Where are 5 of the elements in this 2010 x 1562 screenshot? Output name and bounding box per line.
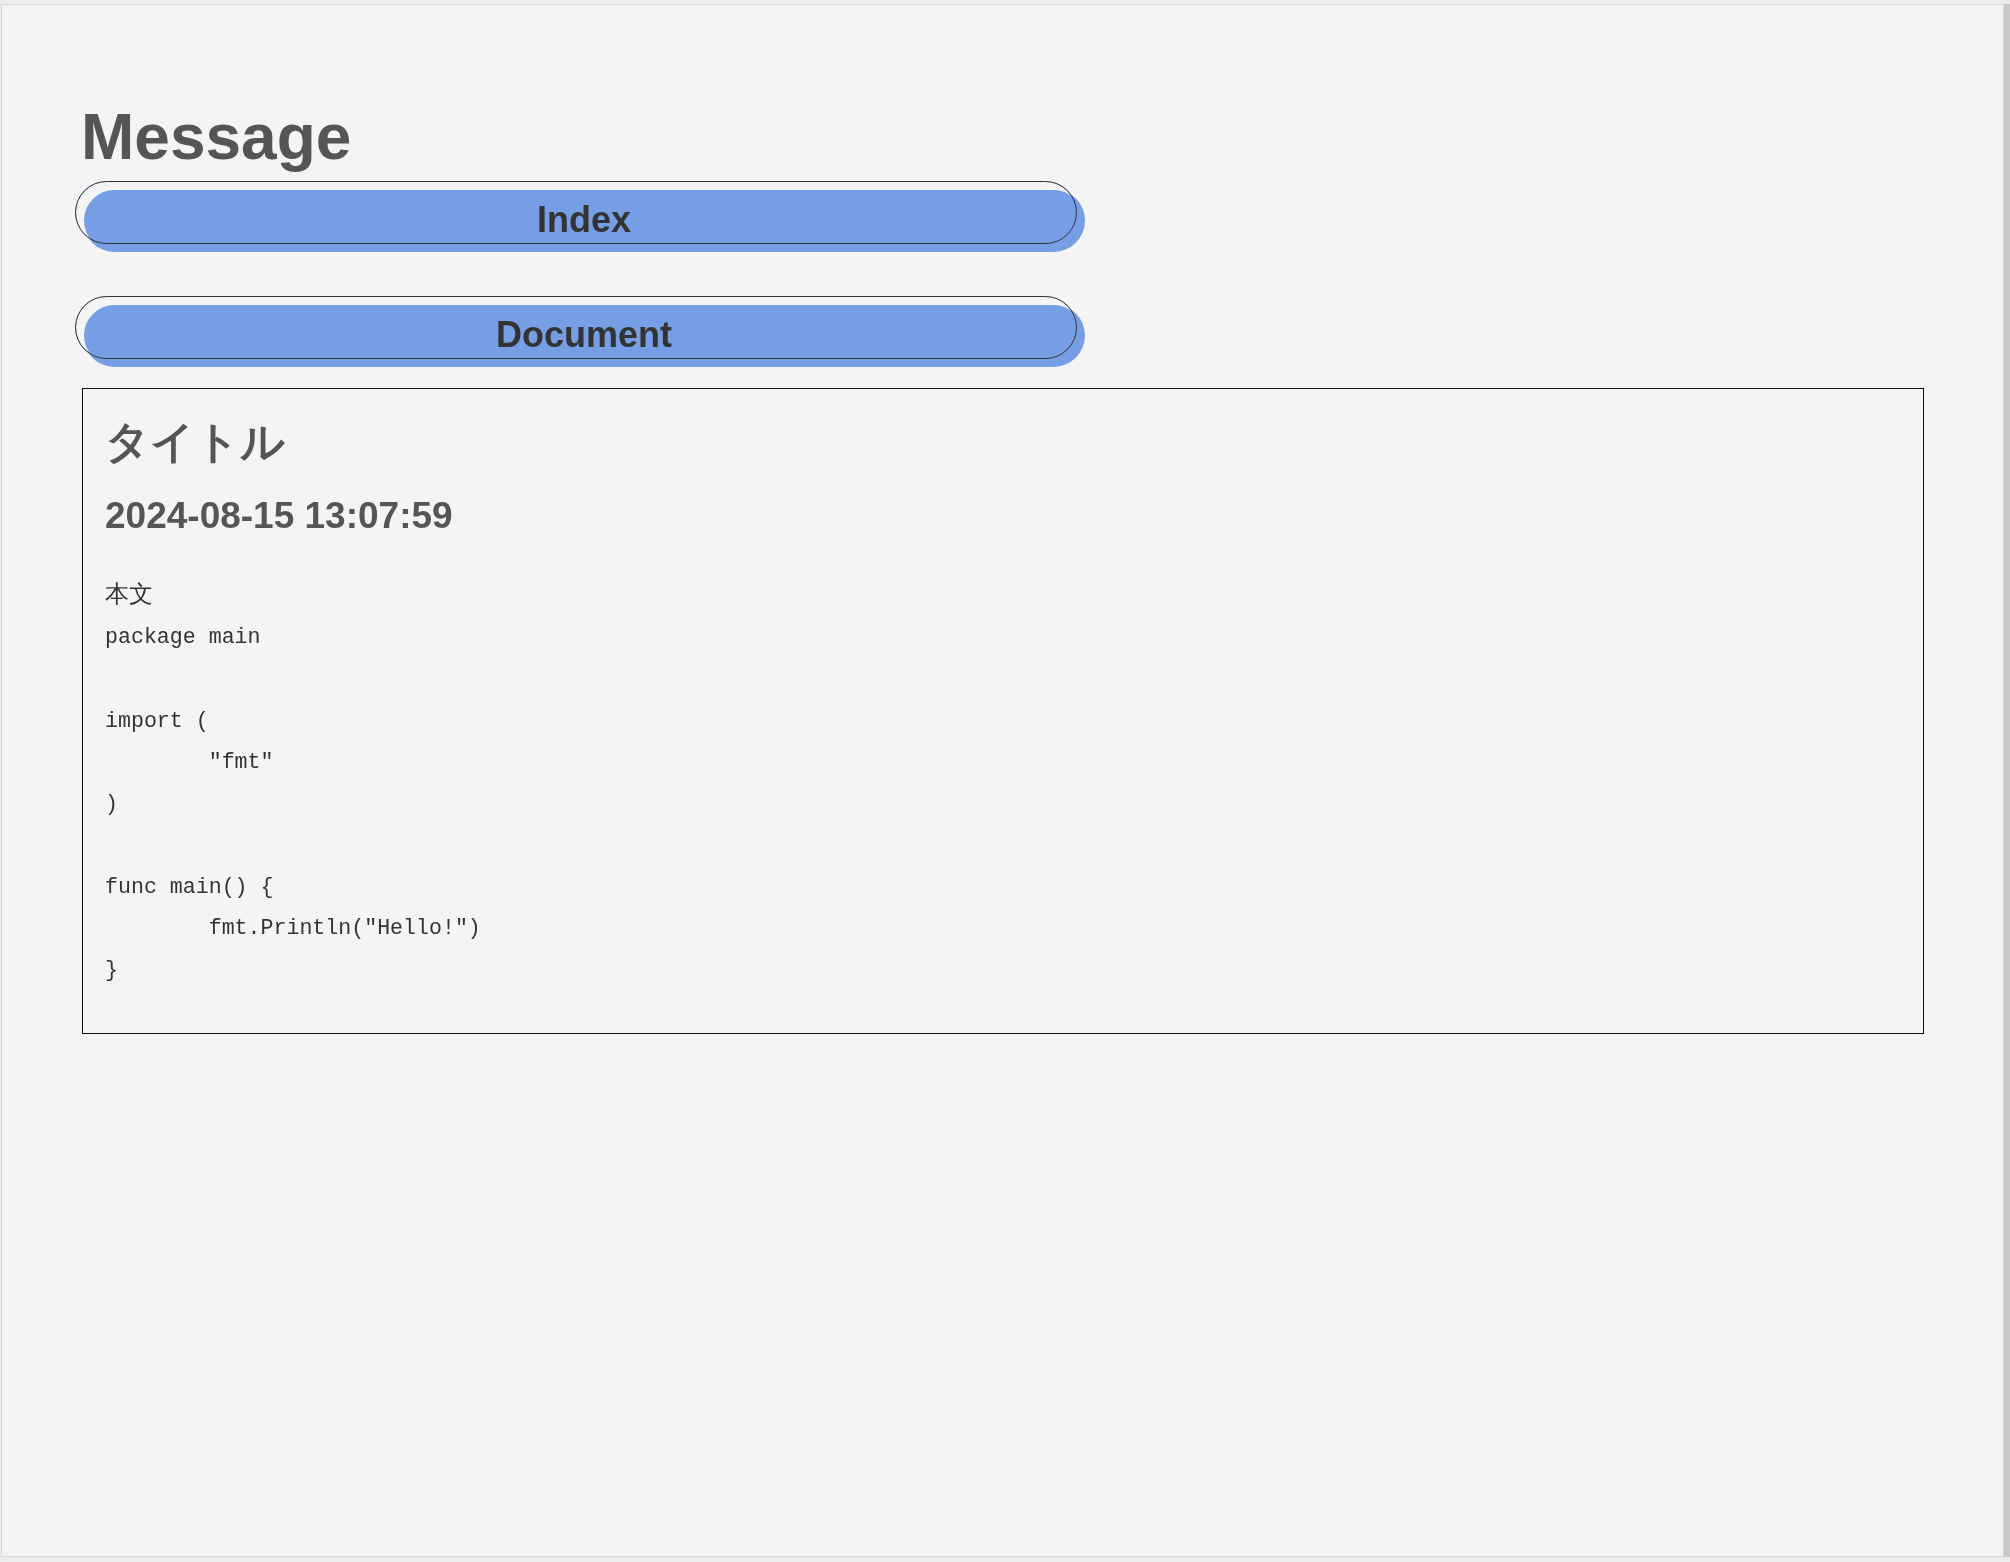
message-title: タイトル bbox=[105, 416, 285, 468]
body-label: 本文 bbox=[105, 579, 153, 608]
message-timestamp: 2024-08-15 13:07:59 bbox=[105, 495, 453, 538]
code-text: package main import ( "fmt" ) func main() { fmt.Println("Hello!") } bbox=[105, 624, 481, 985]
page-heading: Message bbox=[81, 101, 352, 175]
